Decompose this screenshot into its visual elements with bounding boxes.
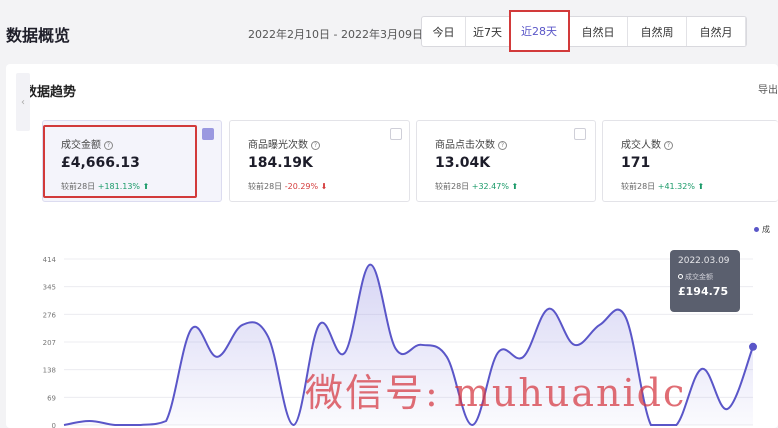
tooltip-value: £194.75 (678, 285, 729, 298)
y-tick-label: 276 (43, 311, 57, 319)
series-ring-icon (678, 274, 683, 279)
watermark: 微信号: muhuanidc (305, 371, 687, 415)
tooltip-date: 2022.03.09 (678, 256, 730, 266)
y-tick-label: 207 (43, 339, 56, 347)
tab-28days[interactable]: 近28天 (509, 10, 570, 52)
data-point[interactable] (749, 342, 757, 351)
y-tick-label: 69 (47, 394, 56, 402)
tooltip-series: 成交金额 (678, 272, 732, 282)
y-tick-label: 138 (43, 367, 56, 375)
y-tick-label: 414 (43, 256, 57, 264)
y-tick-label: 345 (43, 284, 56, 292)
y-tick-label: 0 (52, 422, 56, 428)
chart-tooltip: 2022.03.09 成交金额 £194.75 (670, 250, 740, 312)
